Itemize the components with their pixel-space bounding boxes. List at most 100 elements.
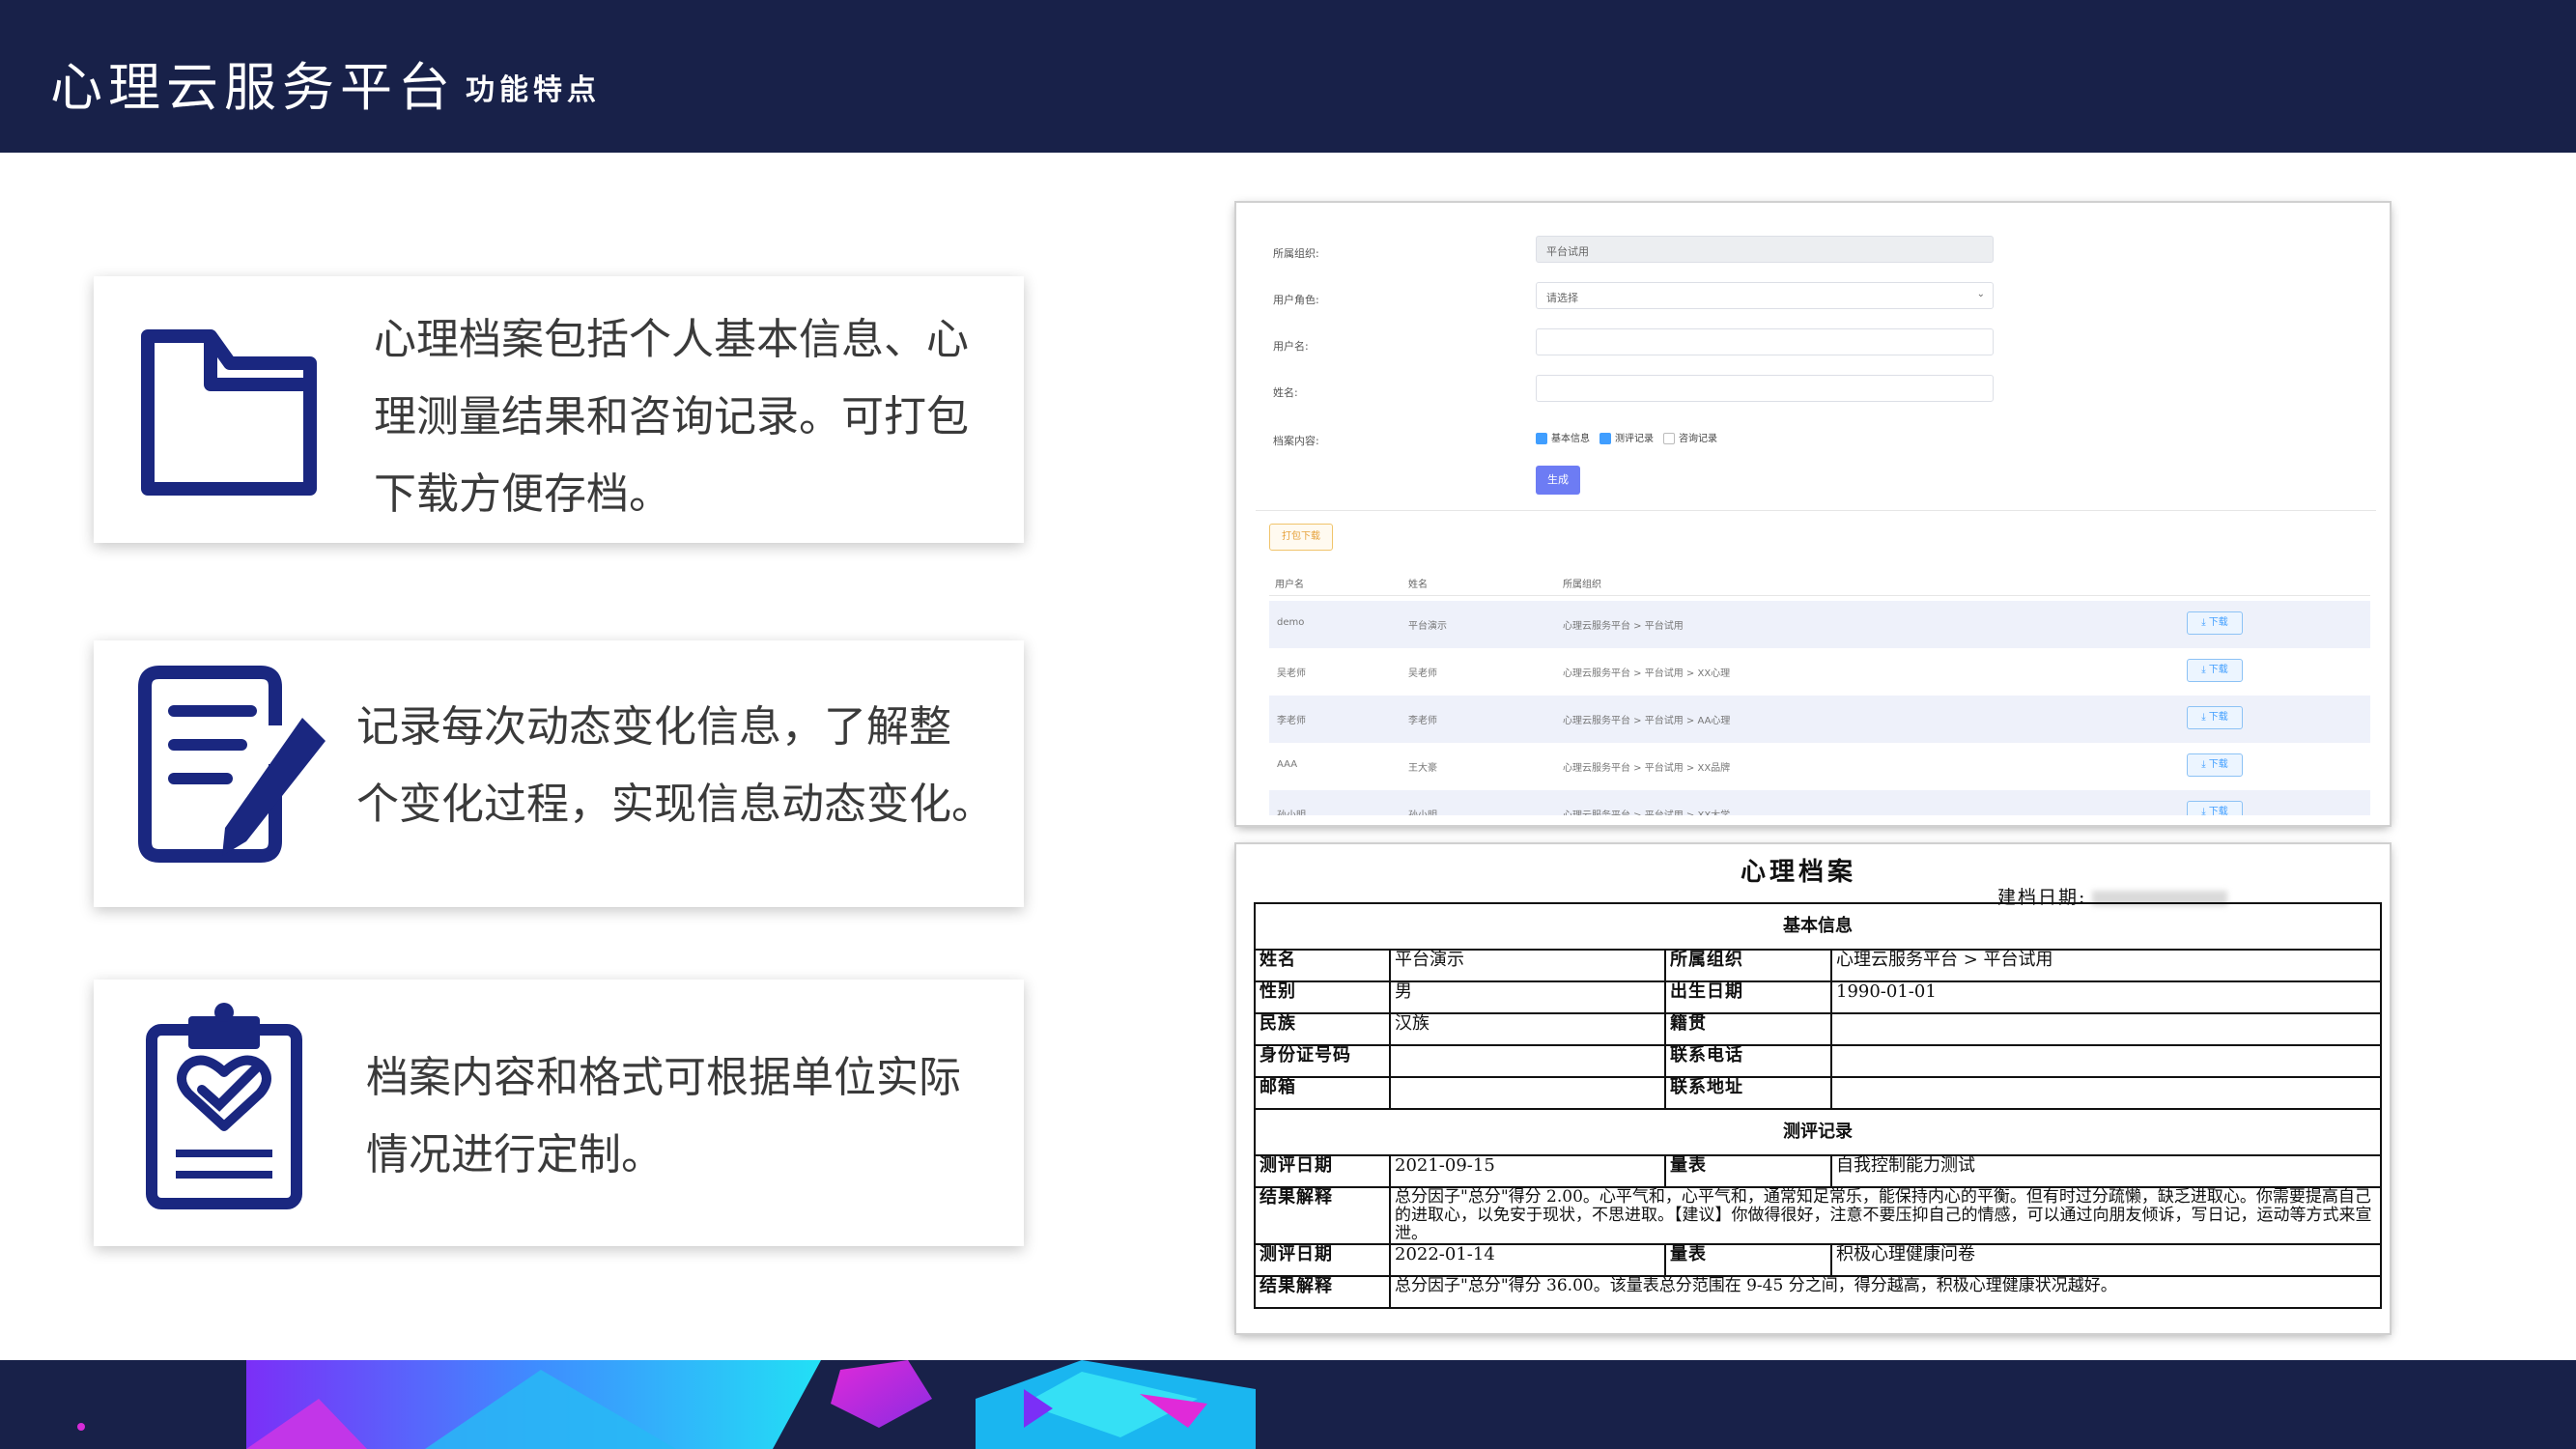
cell-label: 量表 (1664, 1243, 1832, 1277)
cell-label: 联系地址 (1664, 1076, 1832, 1110)
chevron-down-icon: ⌄ (1976, 289, 1985, 299)
cell-label: 结果解释 (1254, 1275, 1391, 1309)
cell-result: 总分因子"总分"得分 36.00。该量表总分范围在 9-45 分之间，得分越高，… (1389, 1275, 2382, 1309)
feature-card-dynamic: 记录每次动态变化信息，了解整 个变化过程，实现信息动态变化。 (94, 640, 1024, 907)
folder-icon (141, 329, 317, 496)
checkbox-eval-record[interactable]: 测评记录 (1599, 430, 1654, 444)
table-row: 民族 汉族 籍贯 (1254, 1012, 2382, 1046)
text-line: 记录每次动态变化信息，了解整 (356, 702, 951, 752)
username-field[interactable] (1536, 328, 1994, 355)
table-row: 邮箱 联系地址 (1254, 1076, 2382, 1110)
cell-value (1389, 1076, 1666, 1110)
cell-label: 结果解释 (1254, 1186, 1391, 1245)
section-basic: 基本信息 (1254, 902, 2382, 951)
header-bar: 心理云服务平台 功能特点 (0, 0, 2576, 153)
cell-value: 心理云服务平台 > 平台试用 (1830, 949, 2382, 982)
archive-table: 基本信息 姓名 平台演示 所属组织 心理云服务平台 > 平台试用 性别 男 出生… (1254, 902, 2382, 1309)
feature-card-archive: 心理档案包括个人基本信息、心 理测量结果和咨询记录。可打包 下载方便存档。 (94, 276, 1024, 543)
download-all-button[interactable]: 打包下载 (1269, 524, 1333, 551)
section-evaluation: 测评记录 (1254, 1108, 2382, 1156)
text-line: 档案内容和格式可根据单位实际 (366, 1053, 961, 1102)
cell-label: 籍贯 (1664, 1012, 1832, 1046)
checkbox-basic-info[interactable]: 基本信息 (1536, 430, 1590, 444)
cell-org: 心理云服务平台 > 平台试用 (1563, 621, 1684, 632)
feature-text: 心理档案包括个人基本信息、心 理测量结果和咨询记录。可打包 下载方便存档。 (374, 301, 969, 533)
cell-name: 李老师 (1408, 716, 1437, 726)
cell-label: 出生日期 (1664, 980, 1832, 1014)
clipboard-heart-icon (146, 1003, 302, 1209)
table-row: demo 平台演示 心理云服务平台 > 平台试用 ⤓ 下载 (1269, 601, 2370, 648)
cell-value: 2022-01-14 (1389, 1243, 1666, 1277)
download-button[interactable]: ⤓ 下载 (2187, 753, 2243, 777)
cell-value: 2021-09-15 (1389, 1154, 1666, 1188)
cell-username: demo (1277, 617, 1305, 628)
field-label: 用户角色: (1273, 294, 1319, 306)
cell-username: 吴老师 (1277, 668, 1306, 679)
checkbox-consult-record[interactable]: 咨询记录 (1663, 430, 1717, 444)
table-row: 结果解释 总分因子"总分"得分 2.00。心平气和，心平气和，通常知足常乐，能保… (1254, 1186, 2382, 1245)
cell-org: 心理云服务平台 > 平台试用 > XX心理 (1563, 668, 1731, 679)
text-line: 心理档案包括个人基本信息、心 (374, 315, 969, 364)
cell-label: 身份证号码 (1254, 1044, 1391, 1078)
cell-value: 男 (1389, 980, 1666, 1014)
role-select-value: 请选择 (1546, 292, 1578, 304)
name-field[interactable] (1536, 375, 1994, 402)
table-row: 身份证号码 联系电话 (1254, 1044, 2382, 1078)
feature-card-custom: 档案内容和格式可根据单位实际 情况进行定制。 (94, 980, 1024, 1246)
download-button[interactable]: ⤓ 下载 (2187, 611, 2243, 635)
download-button[interactable]: ⤓ 下载 (2187, 706, 2243, 729)
cell-name: 王大豪 (1408, 763, 1437, 774)
cell-username: AAA (1277, 759, 1298, 770)
table-row: 吴老师 吴老师 心理云服务平台 > 平台试用 > XX心理 ⤓ 下载 (1269, 648, 2370, 696)
cell-name: 平台演示 (1408, 621, 1447, 632)
cell-username: 李老师 (1277, 716, 1306, 726)
table-row: 测评日期 2022-01-14 量表 积极心理健康问卷 (1254, 1243, 2382, 1277)
table-row: 测评日期 2021-09-15 量表 自我控制能力测试 (1254, 1154, 2382, 1188)
checkbox-label: 测评记录 (1615, 434, 1654, 444)
cell-value: 积极心理健康问卷 (1830, 1243, 2382, 1277)
org-field[interactable]: 平台试用 (1536, 236, 1994, 263)
cell-label: 量表 (1664, 1154, 1832, 1188)
field-label: 用户名: (1273, 340, 1309, 353)
cell-value (1830, 1044, 2382, 1078)
cell-value: 汉族 (1389, 1012, 1666, 1046)
cell-name: 吴老师 (1408, 668, 1437, 679)
page-subtitle: 功能特点 (466, 73, 601, 107)
download-button[interactable]: ⤓ 下载 (2187, 801, 2243, 815)
cell-label: 民族 (1254, 1012, 1391, 1046)
role-select[interactable]: 请选择 ⌄ (1536, 282, 1994, 309)
cell-label: 测评日期 (1254, 1154, 1391, 1188)
field-label: 所属组织: (1273, 247, 1319, 260)
cell-value: 自我控制能力测试 (1830, 1154, 2382, 1188)
page-title: 心理云服务平台 (50, 57, 456, 118)
archive-form-screenshot: 所属组织: 平台试用 用户角色: 请选择 ⌄ 用户名: 姓名: 档案内容: 基本信… (1236, 203, 2390, 825)
cell-label: 测评日期 (1254, 1243, 1391, 1277)
document-page: 心理档案 建档日期: 基本信息 姓名 平台演示 所属组织 心理云服务平台 > 平… (1244, 852, 2382, 1325)
table-row: 性别 男 出生日期 1990-01-01 (1254, 980, 2382, 1014)
table-row: 姓名 平台演示 所属组织 心理云服务平台 > 平台试用 (1254, 949, 2382, 982)
divider (1269, 595, 2370, 596)
field-label: 姓名: (1273, 386, 1298, 399)
table-row: AAA 王大豪 心理云服务平台 > 平台试用 > XX品牌 ⤓ 下载 (1269, 743, 2370, 790)
generate-button[interactable]: 生成 (1536, 466, 1580, 495)
cell-value: 1990-01-01 (1830, 980, 2382, 1014)
text-line: 下载方便存档。 (374, 469, 671, 519)
cell-label: 联系电话 (1664, 1044, 1832, 1078)
checkbox-label: 咨询记录 (1679, 434, 1717, 444)
cell-value: 平台演示 (1389, 949, 1666, 982)
cell-org: 心理云服务平台 > 平台试用 > XX大学 (1563, 807, 1730, 815)
cell-result: 总分因子"总分"得分 2.00。心平气和，心平气和，通常知足常乐，能保持内心的平… (1389, 1186, 2382, 1245)
divider (1256, 510, 2376, 511)
feature-text: 档案内容和格式可根据单位实际 情况进行定制。 (366, 1039, 961, 1194)
column-header: 所属组织 (1563, 580, 1601, 590)
decorative-cubes (246, 1360, 1256, 1449)
footer-bar (0, 1360, 2576, 1449)
download-button[interactable]: ⤓ 下载 (2187, 659, 2243, 682)
cell-value (1389, 1044, 1666, 1078)
cell-org: 心理云服务平台 > 平台试用 > AA心理 (1563, 716, 1731, 726)
table-row: 李老师 李老师 心理云服务平台 > 平台试用 > AA心理 ⤓ 下载 (1269, 696, 2370, 743)
text-line: 情况进行定制。 (366, 1130, 664, 1179)
cell-username: 孙小明 (1277, 807, 1306, 815)
slide: 心理云服务平台 功能特点 心理档案包括个人基本信息、心 理测量结果和咨询记录。可… (0, 0, 2576, 1449)
field-label: 档案内容: (1273, 435, 1319, 447)
